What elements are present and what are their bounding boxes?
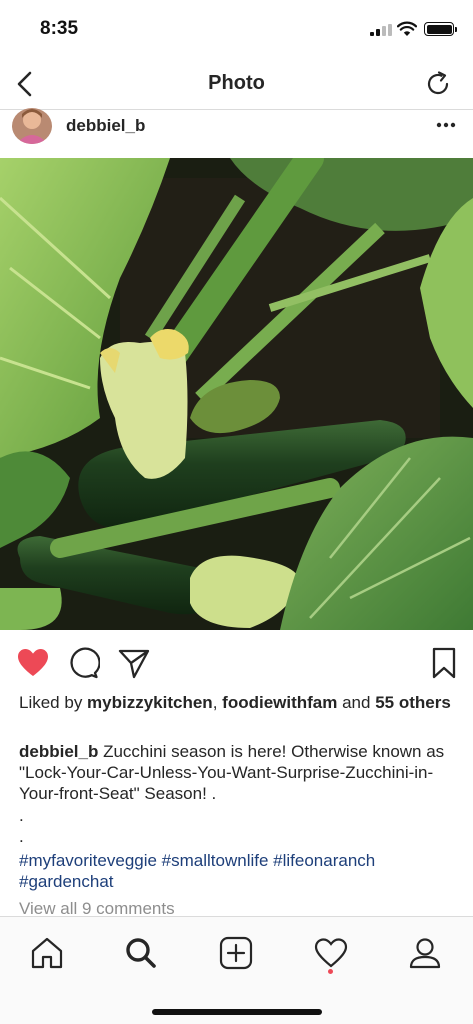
likes-others[interactable]: 55 others [375, 693, 451, 712]
search-icon[interactable] [123, 935, 159, 971]
add-icon[interactable] [218, 935, 254, 971]
heart-icon[interactable] [16, 646, 50, 680]
likes-sep: , [212, 693, 223, 712]
notification-dot [328, 969, 333, 974]
status-bar: 8:35 [0, 0, 473, 58]
more-icon[interactable] [436, 122, 456, 128]
caption-hashtags[interactable]: #myfavoriteveggie #smalltownlife #lifeon… [19, 850, 459, 892]
status-time: 8:35 [40, 18, 79, 39]
signal-icon [370, 24, 392, 36]
share-icon[interactable] [117, 646, 151, 680]
post-actions [0, 640, 473, 686]
likes-summary: Liked by mybizzykitchen, foodiewithfam a… [19, 692, 459, 713]
post-photo[interactable] [0, 158, 473, 630]
caption-dot: . [19, 806, 24, 825]
tab-bar [0, 916, 473, 1024]
bookmark-icon[interactable] [427, 646, 461, 680]
likes-and: and [337, 693, 376, 712]
caption-dot: . [19, 827, 24, 846]
post-username[interactable]: debbiel_b [66, 116, 145, 136]
refresh-icon[interactable] [424, 70, 452, 98]
avatar[interactable] [12, 108, 52, 144]
page-title: Photo [208, 72, 265, 94]
home-indicator[interactable] [152, 1009, 322, 1015]
liker-2[interactable]: foodiewithfam [222, 693, 337, 712]
caption-username[interactable]: debbiel_b [19, 742, 98, 761]
battery-icon [424, 22, 457, 36]
nav-bar: Photo [0, 58, 473, 110]
liker-1[interactable]: mybizzykitchen [87, 693, 213, 712]
comment-icon[interactable] [66, 646, 100, 680]
profile-icon[interactable] [407, 935, 443, 971]
post-header: debbiel_b [0, 108, 473, 158]
likes-prefix: Liked by [19, 693, 88, 712]
activity-icon[interactable] [313, 935, 349, 971]
caption: debbiel_b Zucchini season is here! Other… [19, 741, 459, 804]
home-icon[interactable] [29, 935, 65, 971]
wifi-icon [397, 21, 417, 36]
